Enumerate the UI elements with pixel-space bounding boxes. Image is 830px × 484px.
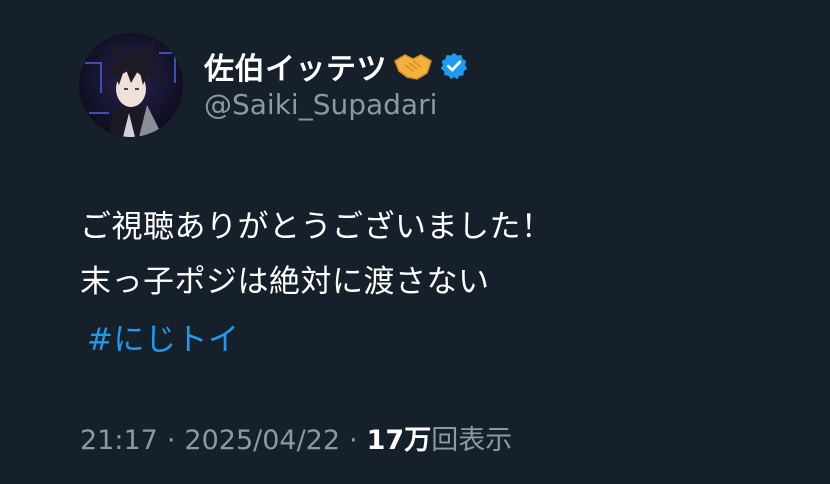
avatar[interactable]: [79, 33, 183, 137]
hashtag-link[interactable]: #にじトイ: [87, 314, 239, 359]
tweet-card: 佐伯イッテツ @Saiki_Supadari ご視聴ありがとうございました！ 末…: [0, 0, 830, 484]
meta-separator: ·: [349, 425, 358, 456]
tweet-text-line: ご視聴ありがとうございました！: [80, 209, 553, 245]
meta-separator: ·: [166, 425, 176, 456]
author-handle[interactable]: @Saiki_Supadari: [204, 88, 437, 121]
verified-badge-icon: [439, 51, 469, 81]
tweet-date[interactable]: 2025/04/22: [184, 425, 340, 456]
author-display-name[interactable]: 佐伯イッテツ: [204, 44, 387, 88]
views-count[interactable]: 17万: [367, 418, 432, 457]
tweet-time[interactable]: 21:17: [80, 425, 158, 456]
views-label: 回表示: [431, 425, 513, 456]
tweet-metadata: 21:17 · 2025/04/22 · 17万 回表示: [80, 418, 512, 457]
tweet-text-line: 末っ子ポジは絶対に渡さない: [80, 264, 490, 300]
handshake-icon: [393, 51, 433, 81]
author-name-row: 佐伯イッテツ: [204, 44, 469, 88]
avatar-image: [79, 33, 183, 137]
